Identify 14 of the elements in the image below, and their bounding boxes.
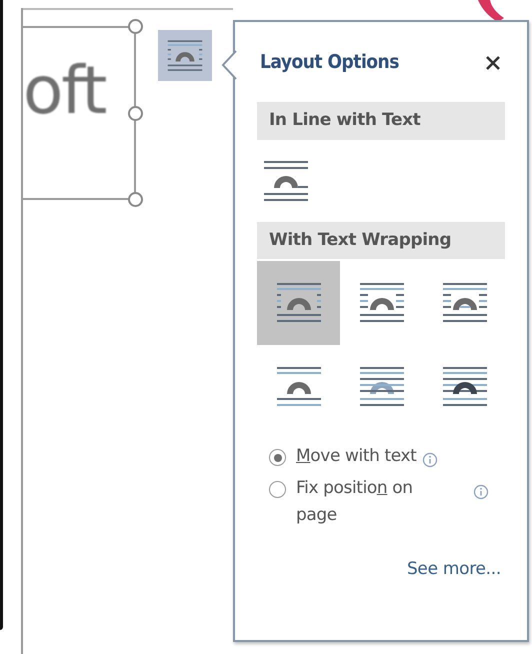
see-more-link[interactable]: See more... (406, 557, 501, 583)
square-wrap-icon[interactable] (257, 261, 340, 345)
radio-label[interactable]: Fix position on page (296, 475, 446, 530)
section-heading: With Text Wrapping (257, 222, 505, 259)
radio-button[interactable] (269, 449, 286, 466)
resize-handle[interactable] (128, 192, 143, 207)
panel-title: Layout Options (260, 50, 399, 75)
text-box-text: oft (23, 58, 106, 124)
resize-handle[interactable] (128, 106, 143, 121)
radio-label[interactable]: Move with text (296, 443, 416, 470)
layout-options-icon[interactable] (158, 30, 212, 81)
radio-button[interactable] (269, 481, 286, 498)
resize-handle[interactable] (128, 19, 143, 34)
section-heading: In Line with Text (257, 102, 505, 140)
